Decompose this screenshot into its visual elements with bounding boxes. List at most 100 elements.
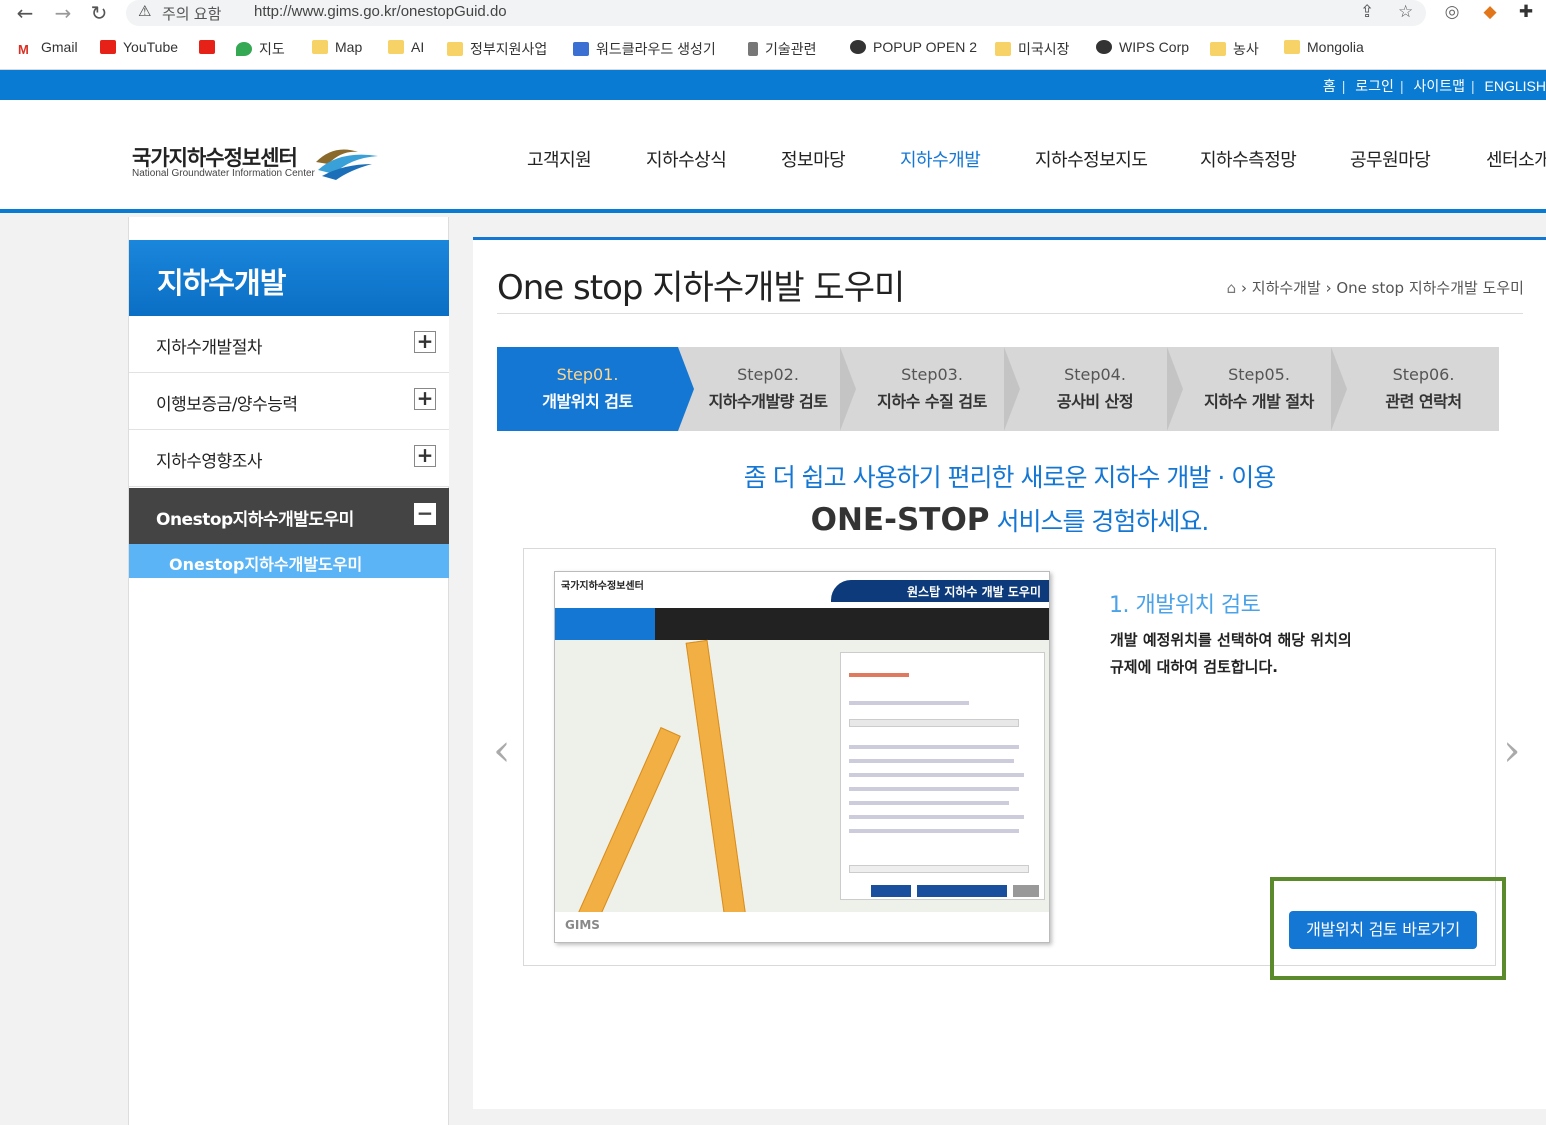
left-nav-item-procedure[interactable]: 지하수개발절차 + [129,316,449,373]
left-nav-item-deposit[interactable]: 이행보증금/양수능력 + [129,373,449,430]
gnb-groundwater-dev[interactable]: 지하수개발 [900,146,981,172]
share-icon[interactable]: ⇪ [1360,2,1374,22]
security-label: 주의 요함 [162,6,222,23]
collapse-icon[interactable]: − [414,503,436,525]
utility-bar: 홈 | 로그인 | 사이트맵 | ENGLISH [0,70,1546,100]
bookmark-youtube[interactable]: YouTube [100,39,178,59]
divider [497,313,1523,314]
bookmark-mongolia-folder[interactable]: Mongolia [1284,39,1364,59]
slide-prev-icon[interactable]: ‹ [493,725,511,776]
logo-subtext: National Groundwater Information Center [132,168,315,179]
step-arrow [1004,347,1020,431]
maps-pin-icon [236,42,252,56]
globe-icon [1096,40,1112,54]
step-arrow [1167,347,1183,431]
expand-icon[interactable]: + [414,388,436,410]
gnb-monitoring[interactable]: 지하수측정망 [1200,146,1297,172]
globe-icon [850,40,866,54]
thumbnail-search-panel [840,652,1045,900]
login-link[interactable]: 로그인 [1355,78,1394,94]
folder-icon [1284,40,1300,54]
english-link[interactable]: ENGLISH [1485,78,1546,94]
bookmark-farming-folder[interactable]: 농사 [1210,39,1259,59]
star-icon[interactable]: ☆ [1398,2,1413,22]
step-tab-5[interactable]: Step05. 지하수 개발 절차 [1184,347,1334,431]
gnb-officials[interactable]: 공무원마당 [1350,146,1431,172]
step-tab-4[interactable]: Step04. 공사비 산정 [1021,347,1169,431]
left-nav-item-impact-survey[interactable]: 지하수영향조사 + [129,430,449,487]
page-icon [748,42,758,56]
tagline-line-1: 좀 더 쉽고 사용하기 편리한 새로운 지하수 개발 · 이용 [743,463,1276,492]
puzzle-icon[interactable]: ✚ [1514,2,1538,26]
step-tab-1[interactable]: Step01. 개발위치 검토 [497,347,678,431]
warning-icon: ⚠ [138,2,152,20]
expand-icon[interactable]: + [414,331,436,353]
bookmark-us-market-folder[interactable]: 미국시장 [995,39,1070,59]
gnb-info[interactable]: 정보마당 [781,146,846,172]
home-icon[interactable]: ⌂ [1227,279,1237,297]
screenshot-thumbnail: 국가지하수정보센터 원스탑 지하수 개발 도우미 GIMS [554,571,1050,943]
breadcrumb-item[interactable]: 지하수개발 [1252,279,1321,297]
bookmark-gov-folder[interactable]: 정부지원사업 [447,39,547,59]
breadcrumb: ⌂ › 지하수개발 › One stop 지하수개발 도우미 [1226,279,1524,297]
thumbnail-banner: 원스탑 지하수 개발 도우미 [907,585,1041,599]
expand-icon[interactable]: + [414,445,436,467]
forward-icon[interactable]: → [48,0,78,28]
gnb-customer-support[interactable]: 고객지원 [527,146,592,172]
logo-water-icon[interactable] [314,140,380,180]
left-nav-subitem-onestop[interactable]: Onestop지하수개발도우미 [129,544,449,578]
utility-links: 홈 | 로그인 | 사이트맵 | ENGLISH [1322,78,1546,94]
bookmark-wordcloud[interactable]: 워드클라우드 생성기 [573,39,716,59]
bookmark-maps[interactable]: 지도 [236,39,285,59]
folder-icon [447,42,463,56]
thumbnail-logo: 국가지하수정보센터 [561,581,644,592]
sitemap-link[interactable]: 사이트맵 [1413,78,1465,94]
thumbnail-footer-logo: GIMS [565,918,600,932]
breadcrumb-item[interactable]: One stop 지하수개발 도우미 [1336,279,1524,297]
back-icon[interactable]: ← [10,0,40,28]
folder-icon [312,40,328,54]
step-tab-6[interactable]: Step06. 관련 연락처 [1348,347,1499,431]
left-nav-item-onestop[interactable]: Onestop지하수개발도우미 − [129,488,449,544]
slide-heading: 1. 개발위치 검토 [1109,593,1261,618]
youtube-icon [199,40,215,54]
wordcloud-icon [573,42,589,56]
bookmark-wips[interactable]: WIPS Corp [1096,39,1189,59]
slide-next-icon[interactable]: › [1503,725,1521,776]
step-arrow [678,347,694,431]
bookmark-gmail[interactable]: M Gmail [18,39,78,59]
site-header: 국가지하수정보센터 National Groundwater Informati… [0,100,1546,213]
browser-toolbar: ← → ↻ ⚠ 주의 요함 http://www.gims.go.kr/ones… [0,0,1546,28]
reload-icon[interactable]: ↻ [84,0,114,28]
step-tab-3[interactable]: Step03. 지하수 수질 검토 [857,347,1007,431]
url-text[interactable]: http://www.gims.go.kr/onestopGuid.do [254,3,507,20]
bookmark-map-folder[interactable]: Map [312,39,362,59]
gnb-about[interactable]: 센터소개 [1486,146,1546,172]
folder-icon [1210,42,1226,56]
step-tab-2[interactable]: Step02. 지하수개발량 검토 [694,347,842,431]
metamask-icon[interactable]: ◆ [1478,2,1502,26]
bookmark-popup[interactable]: POPUP OPEN 2 [850,39,977,59]
map-road [685,639,747,921]
highlight-box [1270,877,1506,980]
gnb-groundwater-knowledge[interactable]: 지하수상식 [646,146,727,172]
step-tabs: Step01. 개발위치 검토 Step02. 지하수개발량 검토 Step03… [497,347,1499,431]
bookmark-ai-folder[interactable]: AI [388,39,424,59]
tagline-line-2: ONE-STOP 서비스를 경험하세요. [810,502,1210,538]
gnb-groundwater-map[interactable]: 지하수정보지도 [1035,146,1148,172]
bookmark-youtube-shortcut[interactable] [199,39,222,59]
page-title: One stop 지하수개발 도우미 [497,268,905,308]
home-link[interactable]: 홈 [1323,78,1336,94]
bookmarks-bar: M Gmail YouTube 지도 Map AI 정부지원사업 워드클라우드 생… [0,28,1546,70]
left-nav: 지하수개발 지하수개발절차 + 이행보증금/양수능력 + 지하수영향조사 + O… [128,217,449,1125]
step-arrow [840,347,856,431]
folder-icon [388,40,404,54]
thumbnail-nav [555,608,1049,640]
extension-icon[interactable]: ◎ [1440,2,1464,26]
bookmark-tech[interactable]: 기술관련 [748,39,817,59]
step-arrow [1331,347,1347,431]
youtube-icon [100,40,116,54]
folder-icon [995,42,1011,56]
map-road [571,727,681,937]
address-bar[interactable]: ⚠ 주의 요함 http://www.gims.go.kr/onestopGui… [126,0,1426,26]
